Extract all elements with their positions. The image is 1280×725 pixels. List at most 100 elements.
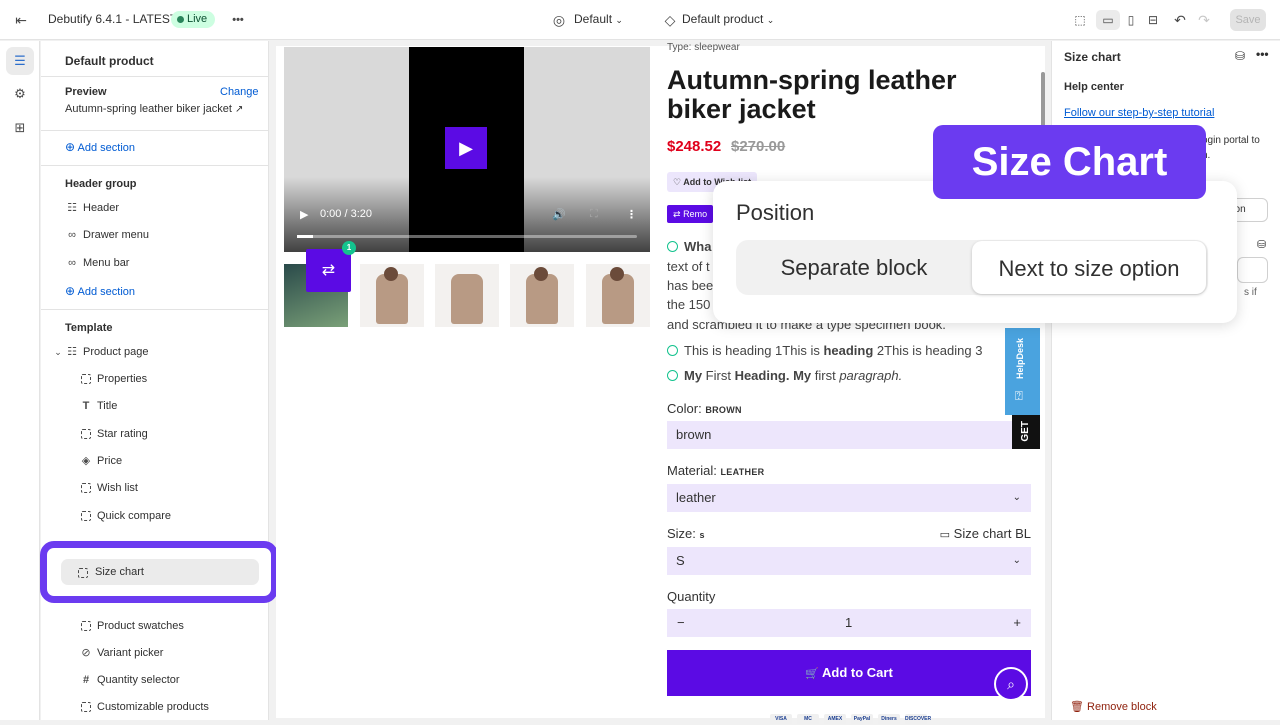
context-select[interactable]: Default ⌄: [574, 12, 623, 26]
change-preview-link[interactable]: Change: [220, 86, 259, 98]
position-setting-callout: Position Separate block Next to size opt…: [713, 181, 1237, 323]
material-selected: LEATHER: [720, 467, 765, 477]
size-chart-link[interactable]: ▭ Size chart BL: [940, 526, 1031, 541]
settings-gear-icon[interactable]: ⚙: [6, 80, 34, 108]
video-progress[interactable]: [297, 235, 637, 238]
feature-text: First: [702, 368, 735, 383]
text-field[interactable]: [1237, 257, 1268, 283]
quantity-plus-button[interactable]: +: [1013, 609, 1021, 637]
option-separate-block[interactable]: Separate block: [736, 240, 972, 295]
block-product-swatches[interactable]: Product swatches: [79, 616, 275, 638]
fullscreen-view-icon[interactable]: ⊟: [1143, 10, 1163, 30]
add-section-button[interactable]: ⊕ Add section: [65, 284, 135, 298]
more-options-icon[interactable]: •••: [1256, 47, 1269, 61]
remove-block-button[interactable]: 🗑 Remove block: [1070, 700, 1157, 713]
add-section-button[interactable]: ⊕ Add section: [65, 140, 135, 154]
size-chart-banner: Size Chart: [933, 125, 1206, 199]
database-icon[interactable]: ⛁: [1257, 238, 1266, 251]
block-icon: [79, 372, 93, 386]
remove-compare-button[interactable]: ⇄ Remo: [667, 205, 714, 223]
store-preview: ▶ ▶ 0:00 / 3:20 🔊 ⛶ ⋮ ⇄ 1 Type: sleepwea…: [276, 42, 1045, 724]
tag-icon[interactable]: ◇: [660, 10, 680, 30]
block-icon: [78, 565, 88, 583]
video-menu-icon[interactable]: ⋮: [626, 208, 637, 221]
add-section-label: Add section: [77, 286, 135, 298]
block-quantity-selector[interactable]: # Quantity selector: [79, 670, 275, 692]
discover-icon: DISCOVER: [905, 714, 932, 724]
link-icon: ∞: [68, 257, 76, 269]
exit-icon[interactable]: ⇤: [11, 10, 31, 30]
product-video[interactable]: ▶ ▶ 0:00 / 3:20 🔊 ⛶ ⋮: [284, 47, 650, 252]
color-input[interactable]: brown: [667, 421, 1031, 449]
block-wish-list[interactable]: Wish list: [79, 478, 275, 500]
globe-icon[interactable]: ◎: [549, 10, 569, 30]
price-tag-icon: ◈: [81, 455, 91, 467]
quantity-value[interactable]: 1: [845, 609, 852, 637]
size-label: Size: s: [667, 526, 705, 541]
quantity-minus-button[interactable]: −: [677, 609, 685, 637]
template-select[interactable]: Default product ⌄: [682, 12, 774, 26]
search-icon[interactable]: ⌕: [994, 667, 1028, 701]
option-next-to-size-option[interactable]: Next to size option: [972, 241, 1206, 294]
database-icon[interactable]: ⛁: [1235, 49, 1245, 63]
thumbnail-image[interactable]: [510, 264, 574, 327]
thumbnail-image[interactable]: [435, 264, 499, 327]
preview-label: Preview: [65, 86, 107, 98]
sidebar-item-drawer-menu[interactable]: ∞ Drawer menu: [65, 225, 261, 247]
desktop-view-icon[interactable]: ▭: [1096, 10, 1120, 30]
block-label: Title: [97, 400, 118, 412]
preview-product-name[interactable]: Autumn-spring leather biker jacket ↗: [65, 103, 243, 115]
block-size-chart[interactable]: Size chart: [61, 559, 259, 585]
sections-icon[interactable]: ☰: [6, 47, 34, 75]
description-line: text of t: [667, 259, 710, 274]
volume-icon[interactable]: 🔊: [552, 208, 566, 221]
live-badge: Live: [171, 11, 216, 28]
helpdesk-tab[interactable]: HelpDesk ⍰: [1005, 328, 1040, 415]
redo-icon[interactable]: ↷: [1194, 10, 1214, 30]
quick-compare-button[interactable]: ⇄: [306, 249, 351, 292]
block-title[interactable]: T Title: [79, 396, 275, 418]
block-price[interactable]: ◈ Price: [79, 451, 275, 473]
play-small-icon[interactable]: ▶: [300, 208, 308, 221]
get-tab[interactable]: GET: [1012, 415, 1040, 449]
mobile-view-icon[interactable]: ▯: [1121, 10, 1141, 30]
material-select[interactable]: leather ⌄: [667, 484, 1031, 512]
description-heading: Wha: [667, 239, 711, 254]
play-icon[interactable]: ▶: [445, 127, 487, 169]
inspector-icon[interactable]: ⬚: [1070, 10, 1090, 30]
variant-icon: ⊘: [81, 647, 91, 659]
size-select[interactable]: S ⌄: [667, 547, 1031, 575]
sidebar-item-product-page[interactable]: ⌄ ☷ Product page: [51, 342, 261, 364]
block-variant-picker[interactable]: ⊘ Variant picker: [79, 643, 275, 665]
block-star-rating[interactable]: Star rating: [79, 424, 275, 446]
header-layout-icon: ☷: [67, 202, 77, 214]
fullscreen-icon[interactable]: ⛶: [590, 208, 598, 221]
color-selected: BROWN: [705, 405, 742, 415]
sections-sidebar: Default product Preview Change Autumn-sp…: [41, 41, 269, 720]
visa-icon: VISA: [770, 714, 792, 724]
panel-title: Size chart: [1064, 50, 1121, 64]
tutorial-link[interactable]: Follow our step-by-step tutorial: [1064, 107, 1214, 119]
template-select-label: Default product: [682, 12, 764, 26]
undo-icon[interactable]: ↶: [1170, 10, 1190, 30]
thumbnail-image[interactable]: [586, 264, 650, 327]
apps-icon[interactable]: ⊞: [6, 114, 34, 142]
product-price: $248.52: [667, 138, 722, 155]
save-button[interactable]: Save: [1230, 9, 1266, 31]
feature-line: This is heading 1This is heading 2This i…: [667, 343, 982, 358]
block-label: Properties: [97, 373, 148, 385]
block-label: Variant picker: [97, 647, 164, 659]
sidebar-item-label: Product page: [83, 346, 149, 358]
block-properties[interactable]: Properties: [79, 369, 275, 391]
block-quick-compare[interactable]: Quick compare: [79, 506, 275, 528]
product-type: Type: sleepwear: [667, 42, 740, 53]
plus-circle-icon: ⊕: [65, 140, 76, 154]
sidebar-item-header[interactable]: ☷ Header: [65, 198, 261, 220]
sidebar-item-menu-bar[interactable]: ∞ Menu bar: [65, 253, 261, 275]
plus-circle-icon: ⊕: [65, 284, 76, 298]
block-customizable-products[interactable]: Customizable products: [79, 697, 275, 719]
more-actions-button[interactable]: •••: [228, 10, 248, 30]
add-to-cart-button[interactable]: 🛒 Add to Cart: [667, 650, 1031, 696]
sidebar-item-label: Header: [83, 202, 120, 214]
thumbnail-image[interactable]: [360, 264, 424, 327]
